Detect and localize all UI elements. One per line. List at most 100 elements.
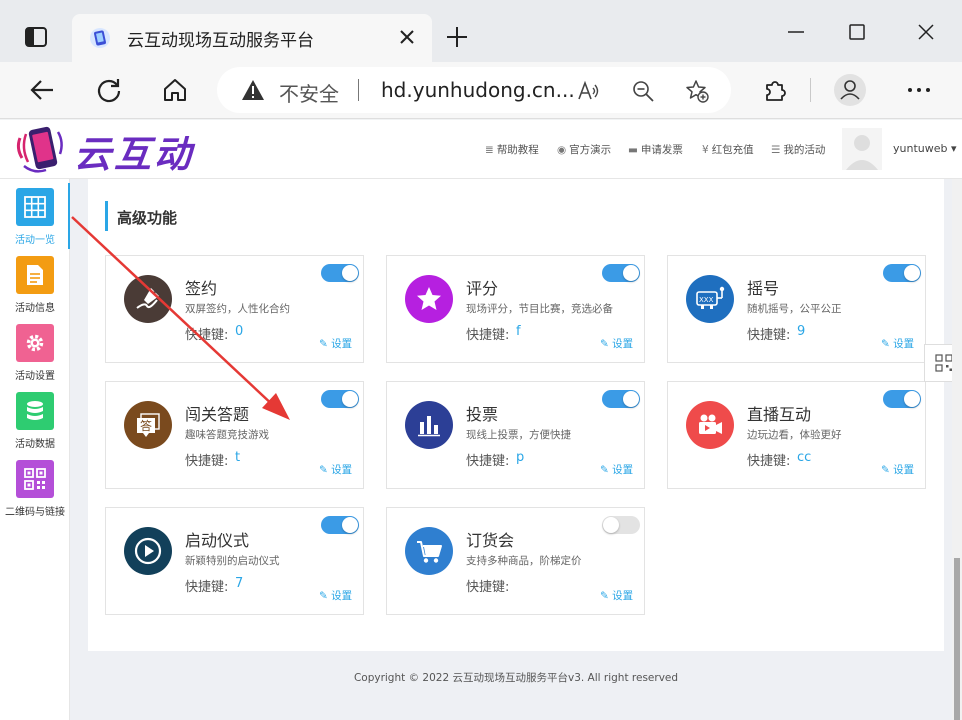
shortcut-label: 快捷键: bbox=[466, 328, 510, 343]
logo-phone-icon[interactable] bbox=[14, 122, 70, 176]
pencil-icon: ✎ bbox=[881, 464, 894, 476]
pencil-icon: ✎ bbox=[600, 590, 613, 602]
feature-toggle-switch[interactable] bbox=[602, 264, 640, 282]
nav-official-demo[interactable]: ◉ 官方演示 bbox=[557, 142, 611, 157]
settings-link[interactable]: ✎ 设置 bbox=[600, 462, 633, 477]
minimize-window-icon[interactable] bbox=[786, 22, 806, 42]
sidebar-item-qrcode-links[interactable]: 二维码与链接 bbox=[0, 455, 70, 521]
shortcut-key: cc bbox=[797, 450, 812, 465]
card-description: 支持多种商品，阶梯定价 bbox=[466, 555, 582, 567]
shortcut-key: f bbox=[516, 324, 521, 339]
card-title: 启动仪式 bbox=[185, 531, 250, 550]
card-description: 现场评分，节目比赛，竞选必备 bbox=[466, 303, 613, 315]
zoom-out-icon[interactable] bbox=[631, 79, 655, 103]
feature-card-voting: 投票 现线上投票，方便快捷 快捷键: p ✎ 设置 bbox=[386, 381, 645, 489]
lottery-machine-icon: XXX bbox=[686, 275, 734, 323]
card-icon: ▬ bbox=[628, 144, 638, 156]
user-menu[interactable]: yuntuweb ▾ bbox=[893, 142, 957, 155]
feature-toggle-switch[interactable] bbox=[602, 516, 640, 534]
pencil-icon: ✎ bbox=[319, 338, 332, 350]
sidebar-item-activity-info[interactable]: 活动信息 bbox=[0, 251, 70, 317]
shopping-cart-icon bbox=[405, 527, 453, 575]
nav-my-activities[interactable]: ☰ 我的活动 bbox=[771, 142, 825, 157]
card-title: 摇号 bbox=[747, 279, 780, 298]
pencil-icon: ✎ bbox=[600, 464, 613, 476]
card-description: 双屏签约，人性化合约 bbox=[185, 303, 290, 315]
scrollbar-thumb[interactable] bbox=[954, 558, 960, 720]
sidebar-item-label: 活动一览 bbox=[15, 235, 55, 246]
tab-actions-icon[interactable] bbox=[24, 25, 48, 49]
sidebar-item-label: 活动信息 bbox=[15, 303, 55, 314]
security-status-label[interactable]: 不安全 bbox=[279, 78, 339, 107]
pencil-icon: ✎ bbox=[600, 338, 613, 350]
shortcut-key: 0 bbox=[235, 324, 244, 339]
url-text[interactable]: hd.yunhudong.cn... bbox=[381, 78, 575, 102]
settings-link[interactable]: ✎ 设置 bbox=[319, 588, 352, 603]
settings-link[interactable]: ✎ 设置 bbox=[881, 462, 914, 477]
shortcut-key: p bbox=[516, 450, 525, 465]
close-tab-icon[interactable] bbox=[398, 28, 416, 46]
read-aloud-icon[interactable] bbox=[577, 79, 601, 103]
feature-toggle-switch[interactable] bbox=[321, 264, 359, 282]
svg-text:XXX: XXX bbox=[699, 296, 714, 304]
refresh-icon[interactable] bbox=[95, 76, 123, 104]
warning-icon[interactable] bbox=[241, 79, 265, 101]
user-avatar[interactable] bbox=[842, 128, 882, 170]
card-description: 现线上投票，方便快捷 bbox=[466, 429, 571, 441]
maximize-window-icon[interactable] bbox=[847, 22, 867, 42]
extensions-icon[interactable] bbox=[761, 76, 789, 104]
list-icon: ≣ bbox=[485, 144, 494, 156]
copyright-footer: Copyright © 2022 云互动现场互动服务平台v3. All righ… bbox=[353, 672, 679, 684]
sidebar-item-activity-data[interactable]: 活动数据 bbox=[0, 387, 70, 453]
card-description: 趣味答题竞技游戏 bbox=[185, 429, 269, 441]
card-description: 随机摇号，公平公正 bbox=[747, 303, 842, 315]
browser-toolbar: 不安全 hd.yunhudong.cn... bbox=[0, 62, 962, 119]
settings-link[interactable]: ✎ 设置 bbox=[319, 462, 352, 477]
back-arrow-icon[interactable] bbox=[28, 76, 56, 104]
grid-icon bbox=[16, 188, 54, 226]
pencil-icon: ✎ bbox=[881, 338, 894, 350]
add-favorite-icon[interactable] bbox=[685, 79, 709, 103]
card-description: 边玩边看，体验更好 bbox=[747, 429, 842, 441]
database-icon bbox=[16, 392, 54, 430]
document-icon bbox=[16, 256, 54, 294]
shortcut-label: 快捷键: bbox=[466, 580, 510, 595]
star-icon bbox=[405, 275, 453, 323]
feature-card-lottery-number: XXX 摇号 随机摇号，公平公正 快捷键: 9 ✎ 设置 bbox=[667, 255, 926, 363]
bar-chart-icon bbox=[405, 401, 453, 449]
settings-link[interactable]: ✎ 设置 bbox=[600, 336, 633, 351]
settings-link[interactable]: ✎ 设置 bbox=[319, 336, 352, 351]
feature-toggle-switch[interactable] bbox=[883, 264, 921, 282]
shortcut-label: 快捷键: bbox=[185, 328, 229, 343]
yen-icon: ¥ bbox=[702, 144, 709, 156]
nav-red-packet-recharge[interactable]: ¥ 红包充值 bbox=[702, 142, 754, 157]
nav-help-tutorial[interactable]: ≣ 帮助教程 bbox=[485, 142, 539, 157]
browser-tab-active[interactable]: 云互动现场互动服务平台 bbox=[72, 14, 432, 63]
browser-tab-strip: 云互动现场互动服务平台 bbox=[0, 0, 962, 63]
card-title: 投票 bbox=[466, 405, 499, 424]
more-options-icon[interactable] bbox=[905, 76, 933, 104]
section-title: 高级功能 bbox=[105, 201, 177, 231]
sidebar-item-label: 活动设置 bbox=[15, 371, 55, 382]
settings-link[interactable]: ✎ 设置 bbox=[600, 588, 633, 603]
close-window-icon[interactable] bbox=[916, 22, 936, 42]
signature-pen-icon bbox=[124, 275, 172, 323]
new-tab-icon[interactable] bbox=[446, 26, 468, 48]
profile-button[interactable] bbox=[834, 74, 866, 106]
logo-text[interactable]: 云互动 bbox=[74, 124, 194, 178]
feature-toggle-switch[interactable] bbox=[321, 390, 359, 408]
sidebar-item-activity-settings[interactable]: 活动设置 bbox=[0, 319, 70, 385]
address-bar[interactable]: 不安全 hd.yunhudong.cn... bbox=[217, 67, 731, 113]
sidebar-item-label: 二维码与链接 bbox=[5, 507, 65, 518]
home-icon[interactable] bbox=[161, 76, 189, 104]
sidebar-item-activity-overview[interactable]: 活动一览 bbox=[0, 183, 70, 249]
gear-icon bbox=[16, 324, 54, 362]
nav-apply-invoice[interactable]: ▬ 申请发票 bbox=[628, 142, 683, 157]
card-title: 签约 bbox=[185, 279, 218, 298]
feature-toggle-switch[interactable] bbox=[602, 390, 640, 408]
feature-toggle-switch[interactable] bbox=[321, 516, 359, 534]
feature-toggle-switch[interactable] bbox=[883, 390, 921, 408]
shortcut-label: 快捷键: bbox=[747, 328, 791, 343]
settings-link[interactable]: ✎ 设置 bbox=[881, 336, 914, 351]
feature-card-scoring: 评分 现场评分，节目比赛，竞选必备 快捷键: f ✎ 设置 bbox=[386, 255, 645, 363]
